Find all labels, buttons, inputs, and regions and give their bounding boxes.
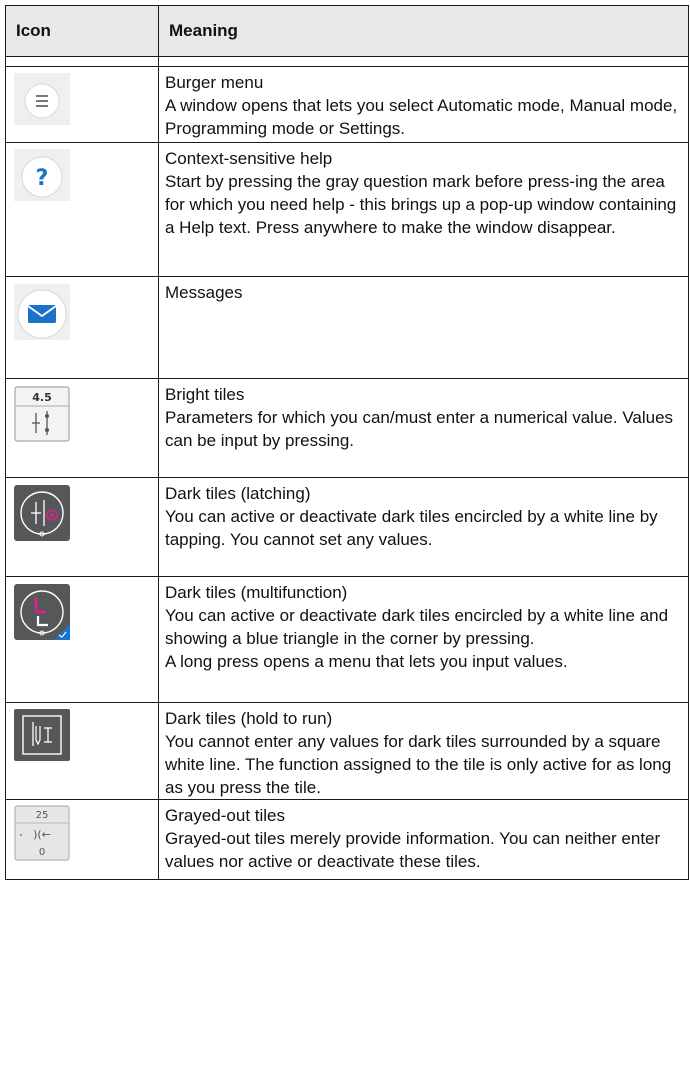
row-title: Dark tiles (latching) <box>165 484 311 503</box>
icon-cell <box>5 276 159 379</box>
meaning-cell: Bright tiles Parameters for which you ca… <box>158 378 689 478</box>
grayed-tile-icon: 25 )(← 0 <box>14 805 70 861</box>
table-row: 25 )(← 0 Grayed-out tiles Grayed-out til… <box>5 799 689 880</box>
table-row: Burger menu A window opens that lets you… <box>5 66 689 143</box>
row-title: Burger menu <box>165 73 264 92</box>
burger-menu-icon <box>14 73 70 125</box>
row-title: Grayed-out tiles <box>165 806 285 825</box>
tile-value: 4.5 <box>32 391 52 404</box>
table-row: Messages <box>5 276 689 379</box>
icon-cell <box>5 477 159 577</box>
table-row: Dark tiles (latching) You can active or … <box>5 477 689 577</box>
header-meaning: Meaning <box>158 5 689 57</box>
row-desc: You cannot enter any values for dark til… <box>165 732 672 797</box>
envelope-icon <box>14 284 70 340</box>
meaning-cell: Context-sensitive help Start by pressing… <box>158 142 689 277</box>
meaning-cell: Messages <box>158 276 689 379</box>
meaning-cell: Dark tiles (latching) You can active or … <box>158 477 689 577</box>
table-row: ? Context-sensitive help Start by pressi… <box>5 142 689 277</box>
gap-symbol-icon: )(← <box>33 828 51 841</box>
meaning-cell: Dark tiles (multifunction) You can activ… <box>158 576 689 703</box>
row-desc-extra: A long press opens a menu that lets you … <box>165 652 568 671</box>
tile-value-bottom: 0 <box>39 847 45 858</box>
row-desc: You can active or deactivate dark tiles … <box>165 606 669 648</box>
icon-cell <box>5 66 159 143</box>
spacer-row <box>5 56 689 67</box>
row-title: Context-sensitive help <box>165 149 333 168</box>
icon-cell <box>5 702 159 800</box>
help-question-icon: ? <box>14 149 70 201</box>
icon-cell <box>5 576 159 703</box>
dark-tile-latching-icon <box>14 485 70 541</box>
row-desc: Grayed-out tiles merely provide informat… <box>165 829 661 871</box>
tile-value: 25 <box>36 810 49 821</box>
row-desc: Parameters for which you can/must enter … <box>165 408 674 450</box>
svg-text:?: ? <box>36 166 49 191</box>
bright-tile-icon: 4.5 <box>14 386 70 442</box>
row-title: Dark tiles (hold to run) <box>165 709 333 728</box>
icon-cell: 4.5 <box>5 378 159 478</box>
header-icon: Icon <box>5 5 159 57</box>
row-title: Messages <box>165 283 243 302</box>
row-desc: A window opens that lets you select Auto… <box>165 96 678 138</box>
table-row: Dark tiles (multifunction) You can activ… <box>5 576 689 703</box>
meaning-cell: Dark tiles (hold to run) You cannot ente… <box>158 702 689 800</box>
dark-tile-hold-icon <box>14 709 70 761</box>
meaning-cell: Grayed-out tiles Grayed-out tiles merely… <box>158 799 689 880</box>
table-row: 4.5 Bright tiles Parameters for which yo… <box>5 378 689 478</box>
icon-cell: ? <box>5 142 159 277</box>
meaning-cell: Burger menu A window opens that lets you… <box>158 66 689 143</box>
icon-cell: 25 )(← 0 <box>5 799 159 880</box>
row-desc: You can active or deactivate dark tiles … <box>165 507 658 549</box>
table-row: Dark tiles (hold to run) You cannot ente… <box>5 702 689 800</box>
row-title: Dark tiles (multifunction) <box>165 583 348 602</box>
dark-tile-multifunction-icon <box>14 584 70 640</box>
row-desc: Start by pressing the gray question mark… <box>165 172 677 237</box>
icon-table: Icon Meaning Burger menu A window opens … <box>5 5 689 880</box>
row-title: Bright tiles <box>165 385 245 404</box>
